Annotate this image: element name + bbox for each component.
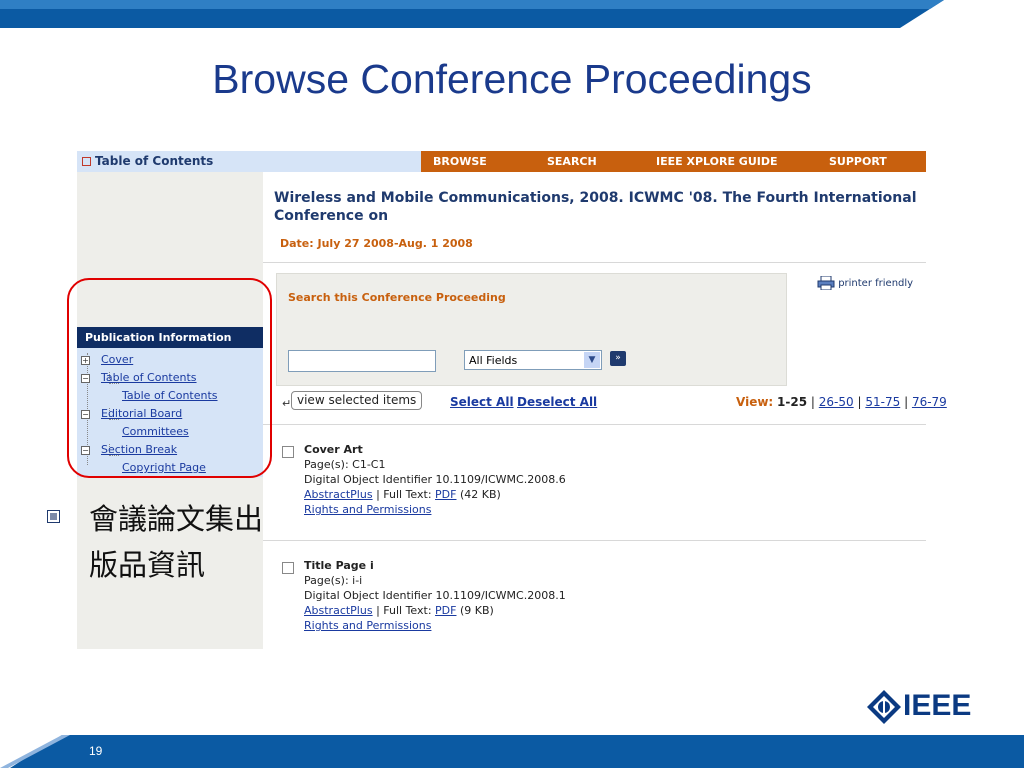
slide-bottom-band — [0, 735, 1024, 768]
pdf-size: (9 KB) — [459, 604, 494, 617]
result-checkbox[interactable] — [282, 446, 294, 458]
bullet-square-icon — [47, 510, 60, 523]
range-separator: | — [904, 395, 909, 409]
select-all-link[interactable]: Select All — [450, 395, 514, 409]
chevron-down-icon[interactable]: ▼ — [584, 352, 600, 368]
result-doi: Digital Object Identifier 10.1109/ICWMC.… — [304, 473, 566, 486]
collapse-icon[interactable]: − — [81, 410, 90, 419]
rights-link[interactable]: Rights and Permissions — [304, 503, 431, 516]
nav-search[interactable]: SEARCH — [547, 151, 597, 172]
result-pages: Page(s): i-i — [304, 574, 363, 587]
nav-browse[interactable]: BROWSE — [433, 151, 487, 172]
nav-support[interactable]: SUPPORT — [829, 151, 887, 172]
current-range: 1-25 — [777, 395, 808, 409]
ieee-diamond-logo-icon — [867, 690, 901, 724]
search-box-title: Search this Conference Proceeding — [288, 291, 506, 304]
view-label: View: — [736, 395, 774, 409]
ieee-logo-text: IEEE — [903, 689, 972, 722]
fulltext-label: | Full Text: — [376, 488, 432, 501]
nav-ieee-xplore-guide[interactable]: IEEE XPLORE GUIDE — [656, 151, 778, 172]
toc-header[interactable]: Table of Contents — [77, 151, 421, 172]
pdf-size: (42 KB) — [459, 488, 501, 501]
result-checkbox[interactable] — [282, 562, 294, 574]
range-link[interactable]: 51-75 — [865, 395, 900, 409]
result-doi: Digital Object Identifier 10.1109/ICWMC.… — [304, 589, 566, 602]
search-field-select[interactable]: All Fields ▼ — [464, 350, 602, 370]
result-title: Title Page i — [304, 559, 374, 572]
bullet-text: 會議論文集出版品資訊 — [89, 502, 264, 582]
expand-icon[interactable]: + — [81, 356, 90, 365]
toc-header-label: Table of Contents — [95, 154, 214, 168]
deselect-all-link[interactable]: Deselect All — [517, 395, 597, 409]
tree-item-section-break[interactable]: Section Break — [101, 443, 177, 456]
tree-item-editorial-board[interactable]: Editorial Board — [101, 407, 182, 420]
divider — [263, 262, 926, 263]
top-nav: BROWSE SEARCH IEEE XPLORE GUIDE SUPPORT — [421, 151, 926, 172]
divider — [263, 424, 926, 425]
tree-item-cover[interactable]: Cover — [101, 353, 133, 366]
tree-item-table-of-contents[interactable]: Table of Contents — [101, 371, 197, 384]
range-link[interactable]: 76-79 — [912, 395, 947, 409]
conference-date: Date: July 27 2008-Aug. 1 2008 — [280, 237, 473, 250]
range-separator: | — [810, 395, 815, 409]
result-pages: Page(s): C1-C1 — [304, 458, 386, 471]
rights-link[interactable]: Rights and Permissions — [304, 619, 431, 632]
slide-title: Browse Conference Proceedings — [212, 56, 812, 102]
collapse-icon[interactable]: − — [81, 374, 90, 383]
view-selected-items-button[interactable]: view selected items — [291, 391, 423, 410]
printer-friendly-link[interactable]: printer friendly — [817, 275, 914, 291]
publication-info-panel: Publication Information + Cover − Table … — [77, 327, 263, 477]
return-arrow-icon: ↵ — [282, 397, 292, 410]
collapse-icon[interactable]: − — [81, 446, 90, 455]
pdf-link[interactable]: PDF — [435, 604, 456, 617]
tree-item-copyright-page[interactable]: Copyright Page — [122, 461, 206, 474]
search-field-selected: All Fields — [469, 354, 518, 367]
tree-item-committees[interactable]: Committees — [122, 425, 189, 438]
conference-search-box: Search this Conference Proceeding All Fi… — [276, 273, 787, 386]
abstractplus-link[interactable]: AbstractPlus — [304, 604, 373, 617]
search-input[interactable] — [288, 350, 436, 372]
pagination: View: 1-25 | 26-50 | 51-75 | 76-79 — [736, 395, 947, 409]
slide-top-band — [0, 0, 1024, 30]
slide-page-number: 19 — [89, 744, 103, 758]
abstractplus-link[interactable]: AbstractPlus — [304, 488, 373, 501]
range-separator: | — [857, 395, 862, 409]
fulltext-label: | Full Text: — [376, 604, 432, 617]
printer-friendly-label: printer friendly — [838, 278, 914, 289]
publication-info-heading: Publication Information — [77, 327, 263, 348]
conference-title: Wireless and Mobile Communications, 2008… — [274, 190, 917, 224]
printer-icon — [817, 275, 835, 291]
result-title: Cover Art — [304, 443, 363, 456]
square-icon — [82, 157, 91, 166]
search-go-button[interactable]: » — [610, 351, 626, 366]
tree-item-table-of-contents-sub[interactable]: Table of Contents — [122, 389, 218, 402]
divider — [263, 540, 926, 541]
pdf-link[interactable]: PDF — [435, 488, 456, 501]
range-link[interactable]: 26-50 — [819, 395, 854, 409]
